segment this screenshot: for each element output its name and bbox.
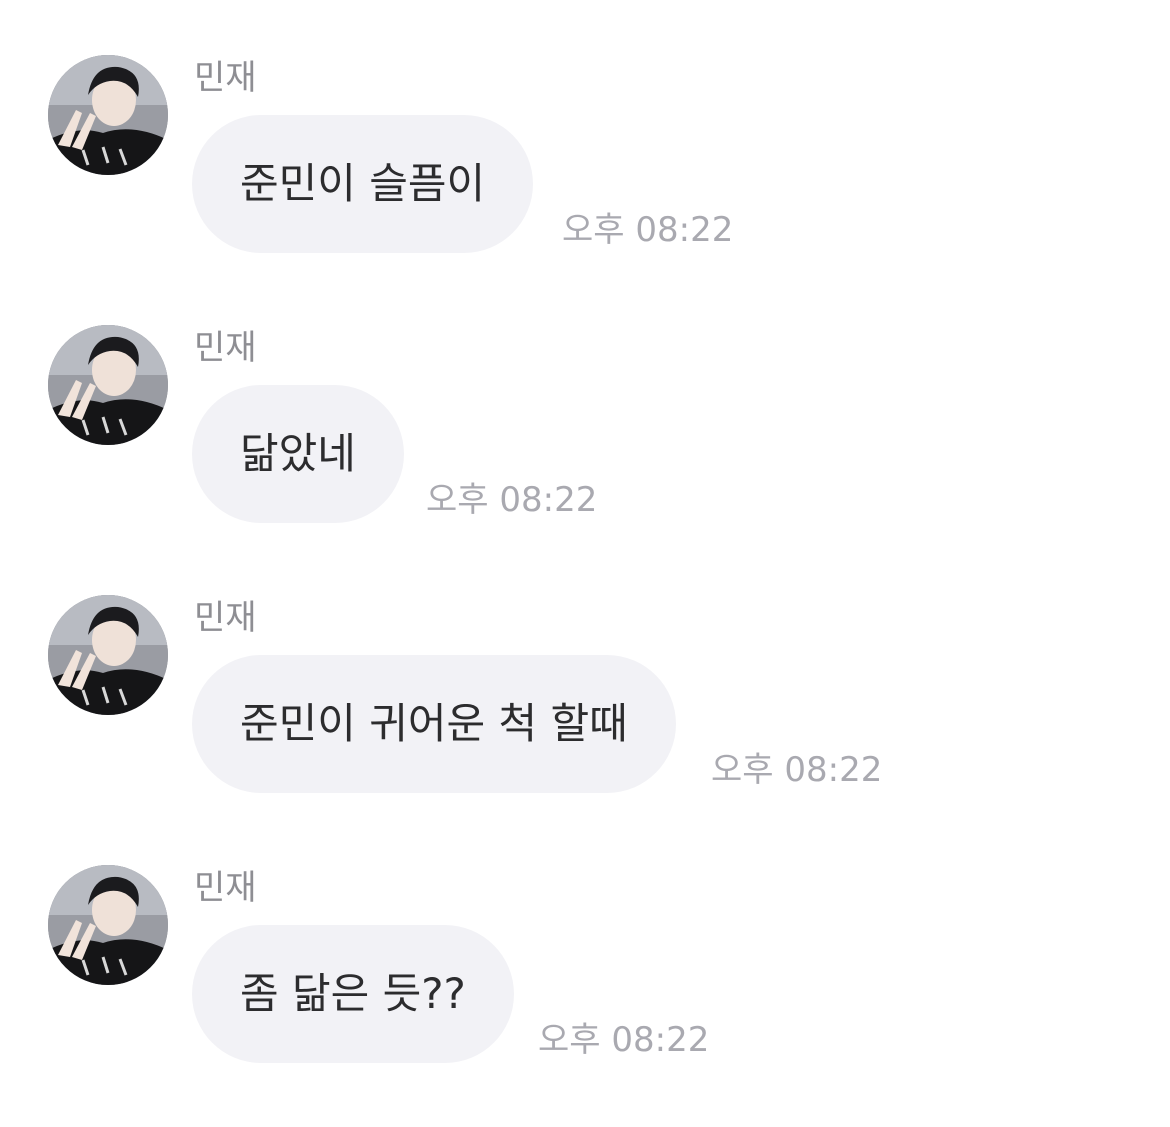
chat-thread: 민재 준민이 슬픔이 오후 08:22 민재 닮았네 오후 08:22 민재 준… (0, 0, 1170, 1127)
message-time: 오후 08:22 (562, 210, 734, 250)
avatar[interactable] (48, 865, 168, 985)
sender-name: 민재 (194, 328, 257, 368)
avatar[interactable] (48, 595, 168, 715)
message-bubble[interactable]: 닮았네 (192, 385, 404, 523)
sender-name: 민재 (194, 58, 257, 98)
message-bubble[interactable]: 준민이 귀어운 척 할때 (192, 655, 676, 793)
message-time: 오후 08:22 (426, 480, 598, 520)
message-bubble[interactable]: 준민이 슬픔이 (192, 115, 534, 253)
sender-name: 민재 (194, 868, 257, 908)
message-row: 민재 준민이 귀어운 척 할때 오후 08:22 (0, 540, 1170, 793)
message-row: 민재 좀 닮은 듯?? 오후 08:22 (0, 810, 1170, 1063)
message-row: 민재 준민이 슬픔이 오후 08:22 (0, 0, 1170, 253)
avatar[interactable] (48, 325, 168, 445)
sender-name: 민재 (194, 598, 257, 638)
profile-photo-icon (48, 865, 168, 985)
message-bubble[interactable]: 좀 닮은 듯?? (192, 925, 514, 1063)
message-row: 민재 닮았네 오후 08:22 (0, 270, 1170, 523)
profile-photo-icon (48, 325, 168, 445)
message-time: 오후 08:22 (538, 1020, 710, 1060)
profile-photo-icon (48, 55, 168, 175)
message-time: 오후 08:22 (711, 750, 883, 790)
profile-photo-icon (48, 595, 168, 715)
avatar[interactable] (48, 55, 168, 175)
